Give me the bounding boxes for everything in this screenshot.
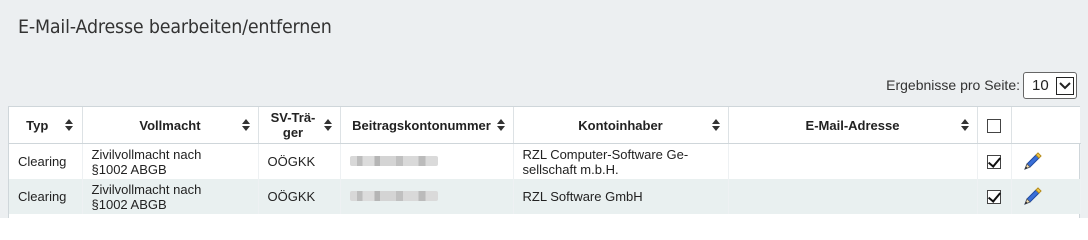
select-all-checkbox[interactable]	[987, 118, 1001, 133]
email-table: Typ Vollmacht SV-Trä- ger Beitragskonton…	[9, 107, 1081, 214]
table-row[interactable]: Clearing Zivilvollmacht nach §1002 ABGB …	[9, 143, 1081, 179]
sort-icon	[323, 119, 332, 131]
column-header-vollmacht[interactable]: Vollmacht	[82, 107, 259, 144]
chevron-down-icon	[1056, 76, 1074, 95]
cell-sv-traeger: OÖGKK	[258, 179, 341, 214]
column-header-sv-traeger-label-line2: ger	[282, 125, 304, 140]
sort-icon	[711, 119, 720, 131]
column-header-typ-label: Typ	[26, 117, 49, 133]
cell-kontoinhaber-line2: sellschaft m.b.H.	[522, 161, 619, 177]
column-header-beitragskontonummer-label: Beitragskontonummer	[352, 117, 491, 133]
page-size-label: Ergebnisse pro Seite:	[886, 77, 1020, 93]
email-edit-panel: E-Mail-Adresse bearbeiten/entfernen Erge…	[0, 0, 1088, 218]
row-select-checkbox[interactable]	[987, 155, 1001, 170]
cell-select	[977, 179, 1012, 214]
sort-icon	[64, 119, 73, 131]
column-header-email-label: E-Mail-Adresse	[805, 117, 900, 133]
cell-vollmacht-line2: §1002 ABGB	[91, 196, 167, 212]
cell-kontoinhaber: RZL Software GmbH	[513, 179, 729, 214]
cell-sv-traeger: OÖGKK	[258, 143, 341, 179]
column-header-sv-traeger[interactable]: SV-Trä- ger	[258, 107, 341, 144]
sort-icon	[496, 119, 505, 131]
column-header-vollmacht-label: Vollmacht	[139, 117, 201, 133]
redacted-account-number	[349, 156, 438, 166]
page-title: E-Mail-Adresse bearbeiten/entfernen	[18, 16, 332, 38]
cell-typ: Clearing	[9, 143, 83, 179]
cell-beitragskontonummer	[340, 143, 514, 179]
column-header-beitragskontonummer[interactable]: Beitragskontonummer	[340, 107, 514, 144]
column-header-select-all	[977, 107, 1012, 144]
cell-vollmacht-line1: Zivilvollmacht nach	[91, 146, 202, 162]
cell-vollmacht-line2: §1002 ABGB	[91, 161, 167, 177]
pencil-icon[interactable]	[1021, 151, 1043, 173]
page-size-value: 10	[1032, 77, 1049, 94]
redacted-account-number	[349, 191, 438, 201]
cell-typ: Clearing	[9, 179, 83, 214]
cell-select	[977, 143, 1012, 179]
header-row: Typ Vollmacht SV-Trä- ger Beitragskonton…	[9, 107, 1080, 144]
cell-actions	[1011, 179, 1081, 214]
column-header-email[interactable]: E-Mail-Adresse	[728, 107, 978, 144]
cell-email	[728, 143, 978, 179]
sort-icon	[960, 119, 969, 131]
column-header-sv-traeger-label-line1: SV-Trä-	[270, 110, 316, 125]
cell-vollmacht-line1: Zivilvollmacht nach	[91, 181, 202, 197]
cell-kontoinhaber-line1: RZL Software GmbH	[522, 189, 643, 204]
column-header-kontoinhaber[interactable]: Kontoinhaber	[513, 107, 729, 144]
column-header-actions	[1011, 107, 1080, 144]
column-header-typ[interactable]: Typ	[9, 107, 83, 144]
table-row[interactable]: Clearing Zivilvollmacht nach §1002 ABGB …	[9, 179, 1081, 214]
cell-vollmacht: Zivilvollmacht nach §1002 ABGB	[82, 143, 259, 179]
cell-kontoinhaber: RZL Computer-Software Ge- sellschaft m.b…	[513, 143, 729, 179]
column-header-kontoinhaber-label: Kontoinhaber	[578, 117, 663, 133]
sort-icon	[241, 119, 250, 131]
page-size-select[interactable]: 10	[1023, 72, 1077, 99]
email-table-container: Typ Vollmacht SV-Trä- ger Beitragskonton…	[8, 106, 1081, 218]
row-select-checkbox[interactable]	[987, 190, 1001, 205]
cell-beitragskontonummer	[340, 179, 514, 214]
cell-vollmacht: Zivilvollmacht nach §1002 ABGB	[82, 179, 259, 214]
cell-kontoinhaber-line1: RZL Computer-Software Ge-	[522, 146, 689, 162]
cell-actions	[1011, 143, 1081, 179]
cell-email	[728, 179, 978, 214]
pencil-icon[interactable]	[1021, 186, 1043, 208]
